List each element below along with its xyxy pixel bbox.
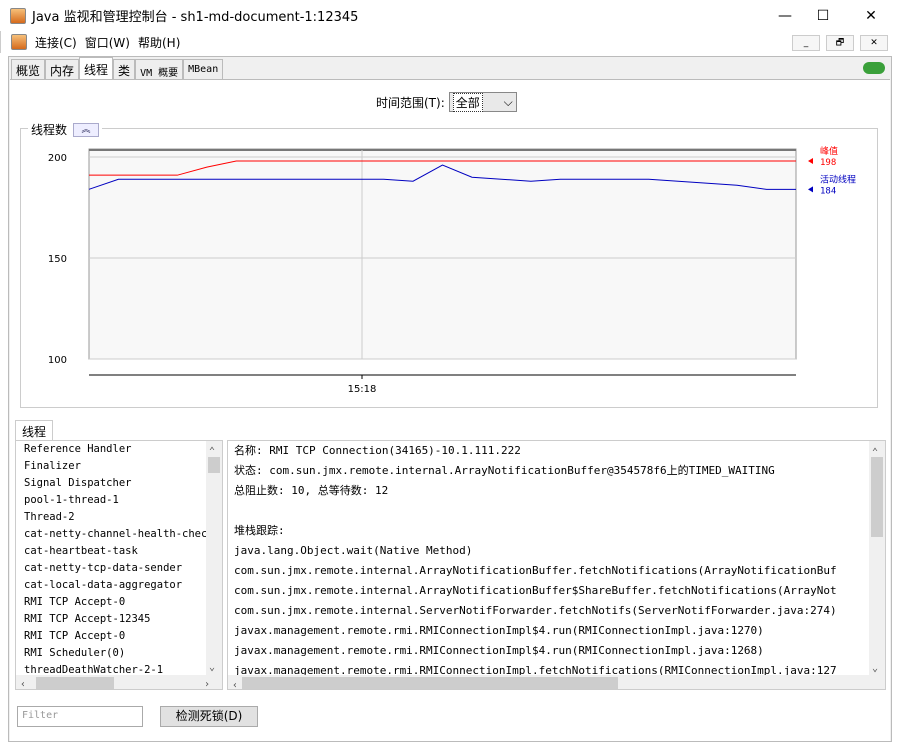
tab-classes[interactable]: 类 [113, 59, 136, 79]
thread-list-item[interactable]: RMI Scheduler(0) [20, 645, 222, 662]
time-range-value: 全部 [452, 92, 483, 112]
thread-list-item[interactable]: Thread-2 [20, 509, 222, 526]
detect-deadlock-button[interactable]: 检测死锁(D) [160, 706, 258, 727]
detail-line: 名称: RMI TCP Connection(34165)-10.1.111.2… [234, 444, 521, 457]
chevron-down-icon: ⌵ [503, 94, 513, 109]
detail-vscrollbar[interactable]: ⌃ ⌄ [869, 441, 885, 675]
thread-list-item[interactable]: Finalizer [20, 458, 222, 475]
detail-line: 总阻止数: 10, 总等待数: 12 [234, 484, 389, 497]
thread-list-item[interactable]: pool-1-thread-1 [20, 492, 222, 509]
scroll-thumb[interactable] [208, 457, 220, 473]
inner-minimize-button[interactable]: _ [792, 35, 820, 51]
thread-list-vscrollbar[interactable]: ⌃ ⌄ [206, 441, 222, 675]
java-menu-icon[interactable] [11, 34, 27, 50]
thread-list-item[interactable]: cat-local-data-aggregator [20, 577, 222, 594]
scroll-left-icon[interactable]: ‹ [232, 676, 238, 689]
threads-tab: 线程 [15, 420, 54, 440]
chart-svg: 200 150 100 15:18 峰值198 活动线程184 [48, 145, 856, 395]
scroll-left-icon[interactable]: ‹ [20, 676, 26, 689]
tab-bar: 概览 内存 线程 类 VM 概要 MBean [11, 57, 224, 79]
hscroll-thumb[interactable] [242, 677, 618, 689]
menu-connection[interactable]: 连接(C) [35, 34, 77, 51]
detail-line: 堆栈跟踪: [234, 524, 285, 537]
thread-list-item[interactable]: Reference Handler [20, 441, 222, 458]
maximize-button[interactable]: ☐ [800, 0, 846, 31]
inner-close-button[interactable]: ✕ [860, 35, 888, 51]
menu-help[interactable]: 帮助(H) [138, 34, 180, 51]
detail-line: java.lang.Object.wait(Native Method) [234, 544, 473, 557]
chart-header: 线程数 ︽ [28, 121, 103, 138]
detail-line: com.sun.jmx.remote.internal.ArrayNotific… [234, 564, 837, 577]
time-range: 时间范围(T): 全部 ⌵ [376, 92, 517, 112]
legend-value: 184 [820, 186, 836, 196]
thread-list-item[interactable]: cat-netty-channel-health-check [20, 526, 222, 543]
menu-window[interactable]: 窗口(W) [85, 34, 130, 51]
menu-bar: 连接(C) 窗口(W) 帮助(H) [0, 31, 900, 53]
scroll-thumb[interactable] [871, 457, 883, 537]
y-tick-label: 100 [48, 355, 67, 366]
y-tick-label: 150 [48, 254, 67, 265]
detail-line: com.sun.jmx.remote.internal.ServerNotifF… [234, 604, 837, 617]
detail-hscrollbar[interactable]: ‹ [228, 675, 885, 689]
thread-list-item[interactable]: Signal Dispatcher [20, 475, 222, 492]
detail-line: com.sun.jmx.remote.internal.ArrayNotific… [234, 584, 837, 597]
connection-status-icon [863, 62, 885, 74]
time-range-label: 时间范围(T): [376, 95, 445, 110]
thread-list: Reference Handler Finalizer Signal Dispatc… [15, 440, 223, 690]
detail-line [231, 501, 885, 521]
thread-list-item[interactable]: cat-netty-tcp-data-sender [20, 560, 222, 577]
close-button[interactable]: ✕ [848, 0, 894, 31]
scroll-right-icon[interactable]: › [204, 676, 210, 689]
x-tick-label: 15:18 [348, 384, 377, 395]
detail-line: 状态: com.sun.jmx.remote.internal.ArrayNot… [234, 464, 775, 477]
scroll-down-icon[interactable]: ⌄ [209, 659, 215, 676]
y-tick-label: 200 [48, 153, 67, 164]
threads-content: 时间范围(T): 全部 ⌵ 200 150 100 15:18 峰值 198 活动线程 184… [10, 79, 890, 741]
inner-restore-button[interactable]: 🗗 [826, 35, 854, 51]
thread-detail: 名称: RMI TCP Connection(34165)-10.1.111.2… [227, 440, 886, 690]
collapse-chevron-icon[interactable]: ︽ [73, 122, 100, 137]
filter-input[interactable]: Filter [17, 706, 143, 727]
tab-mbean[interactable]: MBean [183, 59, 224, 79]
thread-list-item[interactable]: RMI TCP Accept-12345 [20, 611, 222, 628]
legend-name: 活动线程 [820, 173, 856, 185]
thread-list-item[interactable]: RMI TCP Accept-0 [20, 628, 222, 645]
latest-marker-1 [808, 186, 813, 193]
hscroll-thumb[interactable] [36, 677, 114, 689]
legend-name: 峰值 [820, 145, 838, 157]
tab-memory[interactable]: 内存 [45, 59, 80, 79]
latest-marker-0 [808, 158, 813, 165]
thread-list-item[interactable]: cat-heartbeat-task [20, 543, 222, 560]
legend-value: 198 [820, 158, 836, 168]
threads-panel: 线程 Reference Handler Finalizer Signal Disp… [15, 420, 886, 738]
thread-list-hscrollbar[interactable]: ‹ › [16, 675, 222, 689]
tab-threads[interactable]: 线程 [79, 57, 114, 79]
time-range-select[interactable]: 全部 ⌵ [448, 92, 517, 112]
detail-line: javax.management.remote.rmi.RMIConnectio… [234, 644, 764, 657]
thread-count-chart: 200 150 100 15:18 峰值 198 活动线程 184 [20, 128, 878, 408]
detail-line: javax.management.remote.rmi.RMIConnectio… [234, 624, 764, 637]
document-frame: 概览 内存 线程 类 VM 概要 MBean 时间范围(T): 全部 ⌵ 200… [8, 56, 892, 742]
tab-vm-summary[interactable]: VM 概要 [135, 59, 184, 79]
thread-list-item[interactable]: RMI TCP Accept-0 [20, 594, 222, 611]
window-title: Java 监视和管理控制台 - sh1-md-document-1:12345 [32, 10, 359, 25]
tab-overview[interactable]: 概览 [11, 59, 46, 79]
chart-title: 线程数 [31, 123, 68, 137]
java-app-icon [10, 7, 26, 24]
plot-area [88, 148, 797, 360]
